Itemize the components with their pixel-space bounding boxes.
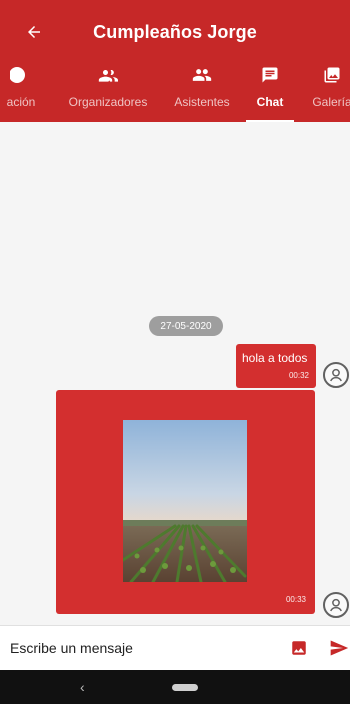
tab-label: Galería xyxy=(312,95,350,109)
avatar[interactable] xyxy=(323,362,349,388)
image-icon xyxy=(292,641,306,655)
avatar[interactable] xyxy=(323,592,349,618)
message-text: hola a todos xyxy=(242,351,308,365)
chat-area[interactable]: 27-05-2020 hola a todos 00:32 00:33 xyxy=(0,122,350,625)
image-message-bubble[interactable]: 00:33 xyxy=(56,390,315,614)
message-composer xyxy=(0,625,350,670)
tab-label: Organizadores xyxy=(68,95,148,109)
tab-label: Asistentes xyxy=(174,95,230,109)
group-icon xyxy=(192,64,212,86)
tab-galeria[interactable]: Galería xyxy=(304,56,350,122)
shared-photo[interactable] xyxy=(123,420,247,582)
tab-label: Chat xyxy=(256,95,284,109)
info-icon xyxy=(10,64,32,86)
system-nav-bar: ‹ xyxy=(0,670,350,704)
message-input[interactable] xyxy=(10,634,280,662)
tab-asistentes[interactable]: Asistentes xyxy=(166,56,238,122)
message-bubble[interactable]: hola a todos 00:32 xyxy=(236,344,316,388)
date-separator: 27-05-2020 xyxy=(149,316,223,336)
page-title: Cumpleaños Jorge xyxy=(93,22,257,42)
people-icon xyxy=(98,64,118,86)
tab-bar: ación Organizadores Asistentes Chat Gale… xyxy=(0,56,350,122)
nav-back-icon[interactable]: ‹ xyxy=(80,679,85,695)
user-icon xyxy=(330,368,342,382)
tab-informacion[interactable]: ación xyxy=(0,56,46,122)
nav-home-pill[interactable] xyxy=(172,684,198,691)
tab-label: ación xyxy=(6,95,36,109)
message-time: 00:33 xyxy=(285,595,306,604)
message-time: 00:32 xyxy=(288,371,309,380)
user-icon xyxy=(330,598,342,612)
send-button[interactable] xyxy=(329,638,349,658)
photo-library-icon xyxy=(323,64,341,86)
chat-icon xyxy=(261,64,279,86)
tab-organizadores[interactable]: Organizadores xyxy=(60,56,156,122)
send-icon xyxy=(330,640,349,656)
attach-image-button[interactable] xyxy=(290,639,308,657)
tab-chat[interactable]: Chat xyxy=(246,56,294,122)
vineyard-image xyxy=(123,420,247,582)
